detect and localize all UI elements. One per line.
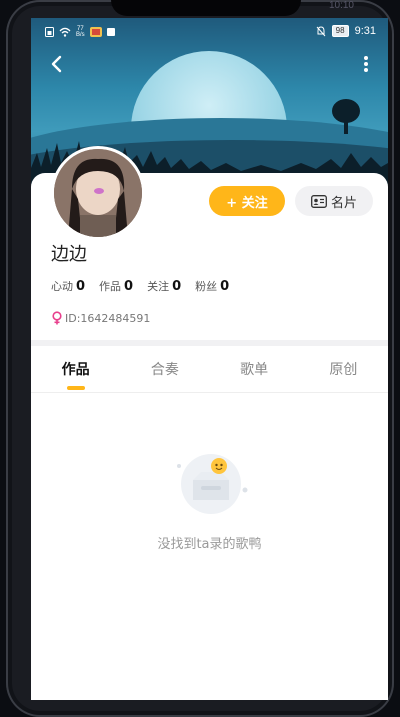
empty-state-text: 没找到ta录的歌鸭 xyxy=(157,537,262,552)
stat-label: 粉丝 xyxy=(195,280,218,293)
network-speed-unit: B/s xyxy=(76,32,85,38)
back-icon[interactable] xyxy=(45,52,69,76)
name-card-label: 名片 xyxy=(330,195,357,211)
user-id-row: ID:1642484591 xyxy=(51,311,150,325)
wifi-icon xyxy=(59,27,71,37)
more-vertical-icon[interactable] xyxy=(356,52,376,76)
tab-original[interactable]: 原创 xyxy=(299,346,388,392)
tab-active-indicator xyxy=(66,386,85,390)
female-gender-icon xyxy=(52,311,62,325)
tab-works[interactable]: 作品 xyxy=(31,346,120,392)
tree-silhouette xyxy=(332,99,360,134)
stat-fans[interactable]: 粉丝 0 xyxy=(195,278,229,294)
follow-button-label: + 关注 xyxy=(226,195,268,211)
stat-label: 作品 xyxy=(99,280,122,293)
stat-label: 关注 xyxy=(147,280,170,293)
profile-tabs: 作品 合奏 歌单 原创 xyxy=(31,346,388,393)
tab-playlist[interactable]: 歌单 xyxy=(210,346,299,392)
camera-notch xyxy=(111,0,301,16)
stat-following[interactable]: 关注 0 xyxy=(147,278,181,294)
phone-frame: 10:10 77 B/s 98 9:31 + 关注 名片 边边 心动 0 作品 … xyxy=(6,0,394,717)
id-card-icon xyxy=(311,194,327,208)
stat-likes[interactable]: 心动 0 xyxy=(51,278,85,294)
avatar[interactable] xyxy=(51,146,145,240)
status-time: 9:31 xyxy=(354,25,376,37)
tab-label: 歌单 xyxy=(240,362,269,378)
stat-works[interactable]: 作品 0 xyxy=(99,278,133,294)
frame-clock: 10:10 xyxy=(328,0,354,11)
sim-icon xyxy=(45,27,54,37)
battery-indicator: 98 xyxy=(331,25,349,37)
follow-button[interactable]: + 关注 xyxy=(209,186,285,216)
empty-box-icon xyxy=(177,454,248,514)
app-notification-icon xyxy=(89,27,102,37)
network-speed: 77 B/s xyxy=(76,26,85,38)
tab-label: 原创 xyxy=(329,362,358,378)
profile-stats: 心动 0 作品 0 关注 0 粉丝 0 xyxy=(51,278,229,294)
tab-label: 作品 xyxy=(61,362,90,378)
stat-value: 0 xyxy=(220,279,230,294)
name-card-button[interactable]: 名片 xyxy=(295,186,373,216)
stat-value: 0 xyxy=(76,279,86,294)
stat-value: 0 xyxy=(124,279,134,294)
profile-name: 边边 xyxy=(51,244,87,265)
notification-square-icon xyxy=(106,28,115,36)
status-bar: 77 B/s 98 9:31 xyxy=(31,18,388,46)
stat-value: 0 xyxy=(172,279,182,294)
tab-label: 合奏 xyxy=(150,362,179,378)
stat-label: 心动 xyxy=(51,280,73,293)
avatar-portrait xyxy=(54,149,142,237)
user-id: ID:1642484591 xyxy=(65,311,151,325)
mute-bell-icon xyxy=(316,25,326,36)
tab-ensemble[interactable]: 合奏 xyxy=(120,346,209,392)
app-screen: 77 B/s 98 9:31 + 关注 名片 边边 心动 0 作品 0 关注 0… xyxy=(31,18,388,700)
